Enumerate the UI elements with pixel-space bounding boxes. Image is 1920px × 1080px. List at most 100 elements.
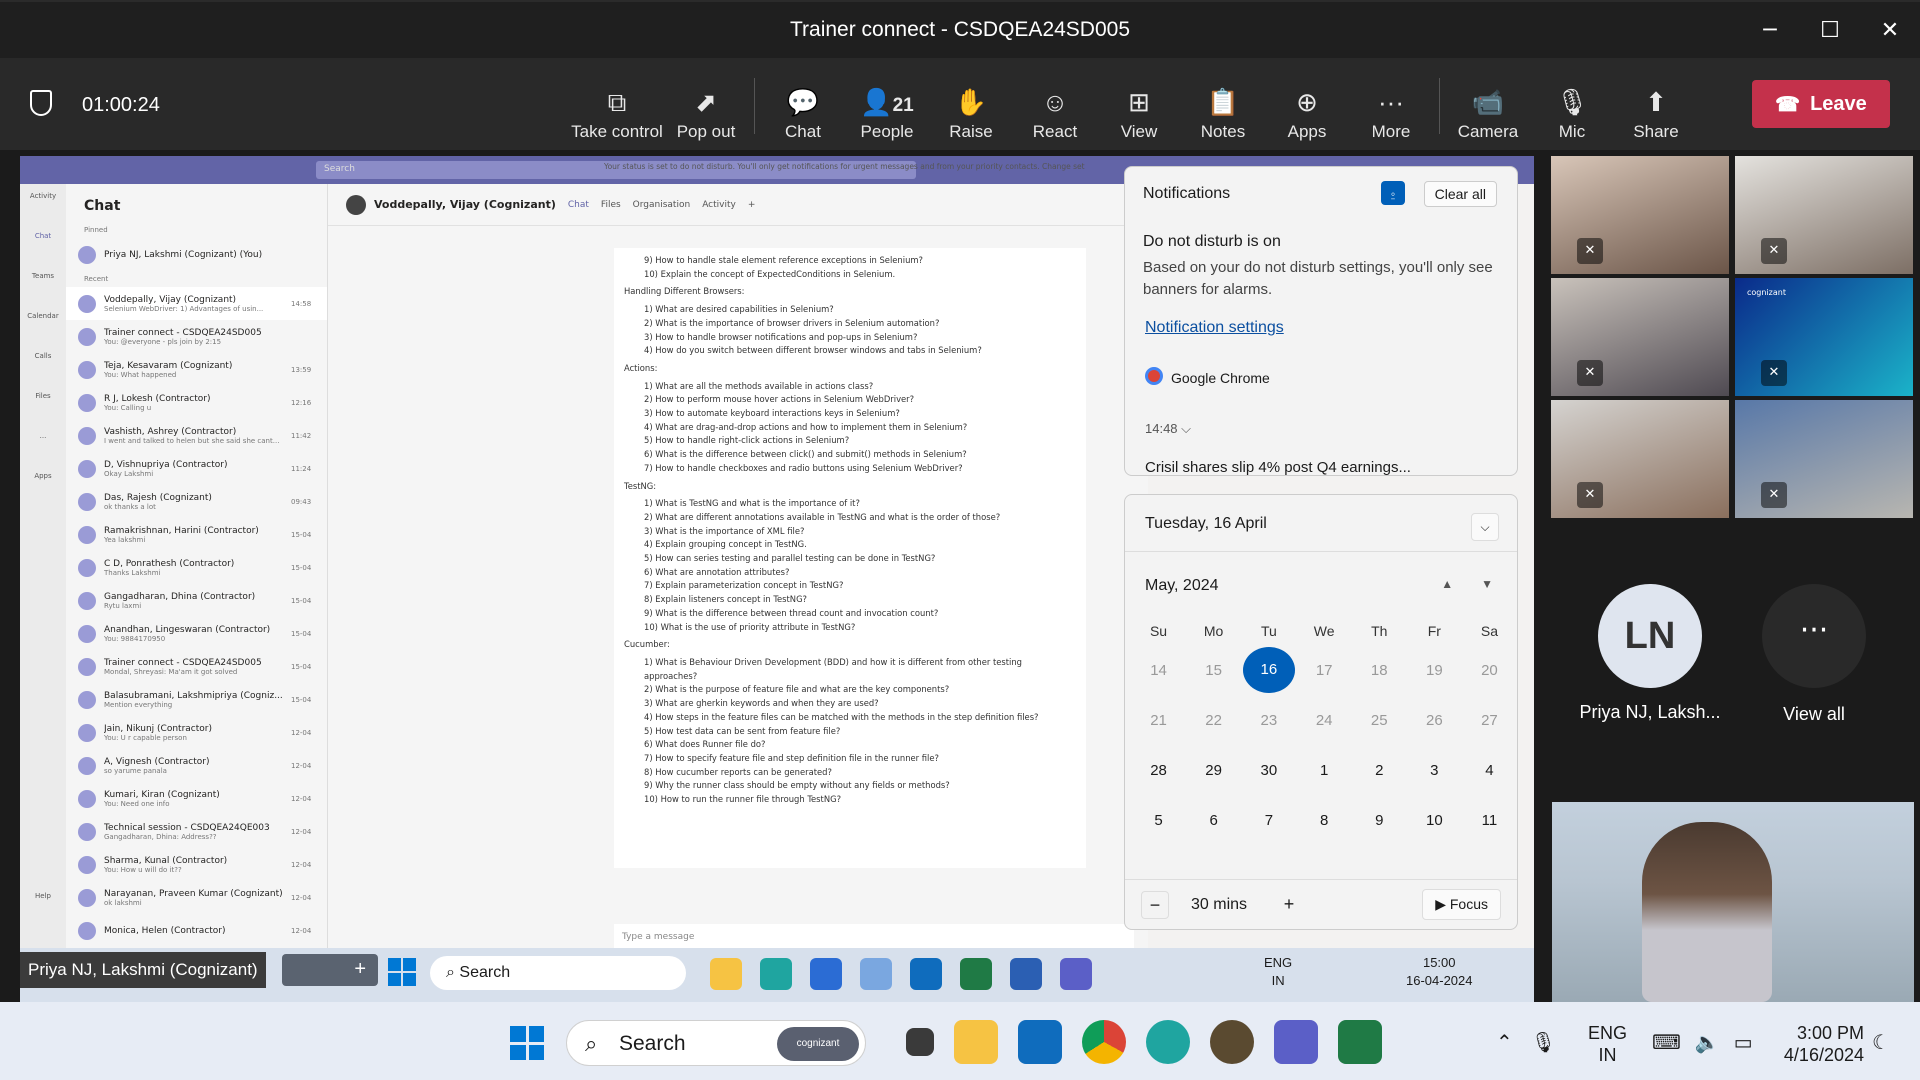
file-explorer-icon[interactable]	[954, 1020, 998, 1064]
participant-tile[interactable]: cognizant ✕	[1735, 278, 1913, 396]
calendar-day[interactable]: 7	[1241, 795, 1296, 845]
calendar-day[interactable]: 5	[1131, 795, 1186, 845]
tab-organisation[interactable]: Organisation	[633, 200, 691, 210]
calendar-day[interactable]: 1	[1297, 745, 1352, 795]
chat-item[interactable]: Balasubramani, Lakshmipriya (Cogniz... Me…	[66, 683, 327, 716]
news-notification[interactable]: Crisil shares slip 4% post Q4 earnings..…	[1145, 459, 1411, 475]
calendar-day[interactable]: 28	[1131, 745, 1186, 795]
calendar-day[interactable]: 15	[1186, 645, 1241, 695]
chat-item[interactable]: Gangadharan, Dhina (Contractor) Rytu laxm…	[66, 584, 327, 617]
add-desktop-icon[interactable]: +	[282, 954, 378, 986]
chat-item[interactable]: R J, Lokesh (Contractor) You: Calling u 12…	[66, 386, 327, 419]
participant-tile[interactable]: ✕	[1551, 278, 1729, 396]
mic-off-icon[interactable]: 🎙	[1531, 1030, 1556, 1055]
calendar-day[interactable]: 6	[1186, 795, 1241, 845]
react-button[interactable]: ☺ React	[1013, 70, 1097, 142]
rail-item-calls[interactable]: Calls	[20, 344, 66, 384]
chat-item[interactable]: Narayanan, Praveen Kumar (Cognizant) ok l…	[66, 881, 327, 914]
calendar-day[interactable]: 14	[1131, 645, 1186, 695]
calendar-day[interactable]: 24	[1297, 695, 1352, 745]
calendar-day[interactable]: 25	[1352, 695, 1407, 745]
taskbar-clock[interactable]: 3:00 PM 4/16/2024	[1774, 1022, 1864, 1066]
edge-icon[interactable]	[1146, 1020, 1190, 1064]
chat-item[interactable]: Das, Rajesh (Cognizant) ok thanks a lot 09…	[66, 485, 327, 518]
minimize-button[interactable]: ─	[1740, 2, 1800, 58]
excel-icon[interactable]	[1338, 1020, 1382, 1064]
excel-icon[interactable]	[960, 958, 992, 990]
pop-out-button[interactable]: ⬈ Pop out	[664, 70, 748, 142]
rail-item-apps[interactable]: Apps	[20, 464, 66, 504]
chat-item[interactable]: Technical session - CSDQEA24QE003 Gangadh…	[66, 815, 327, 848]
language-indicator[interactable]: ENG IN	[1588, 1022, 1627, 1066]
outlook-icon[interactable]	[1018, 1020, 1062, 1064]
calendar-day[interactable]: 29	[1186, 745, 1241, 795]
game-icon[interactable]	[1210, 1020, 1254, 1064]
previous-month-icon[interactable]: ▲	[1441, 577, 1453, 591]
decrease-focus-button[interactable]: −	[1141, 891, 1169, 919]
apps-button[interactable]: ⊕ Apps	[1265, 70, 1349, 142]
language-indicator[interactable]: ENG IN	[1264, 954, 1292, 990]
chat-item[interactable]: Teja, Kesavaram (Cognizant) You: What hap…	[66, 353, 327, 386]
chat-item[interactable]: Trainer connect - CSDQEA24SD005 You: @eve…	[66, 320, 327, 353]
chat-item[interactable]: Voddepally, Vijay (Cognizant) Selenium We…	[66, 287, 327, 320]
participant-tile[interactable]: ✕	[1551, 400, 1729, 518]
chat-item[interactable]: Trainer connect - CSDQEA24SD005 Mondal, S…	[66, 650, 327, 683]
calendar-day[interactable]: 9	[1352, 795, 1407, 845]
chat-item[interactable]: Kumari, Kiran (Cognizant) You: Need one i…	[66, 782, 327, 815]
participant-tile[interactable]: ✕	[1551, 156, 1729, 274]
more-button[interactable]: ··· More	[1349, 70, 1433, 142]
collapse-calendar-button[interactable]: ⌵	[1471, 513, 1499, 541]
calendar-day[interactable]: 16	[1241, 645, 1296, 695]
chat-item[interactable]: Monica, Helen (Contractor) 12-04	[66, 914, 327, 947]
take-control-button[interactable]: ⧉ Take control	[570, 70, 664, 142]
windows-start-icon[interactable]	[388, 958, 416, 986]
calendar-day[interactable]: 8	[1297, 795, 1352, 845]
chat-item[interactable]: C D, Ponrathesh (Contractor) Thanks Laksh…	[66, 551, 327, 584]
rail-item-more[interactable]: ...	[20, 424, 66, 464]
raise-hand-button[interactable]: ✋ Raise	[929, 70, 1013, 142]
rail-item-activity[interactable]: Activity	[20, 184, 66, 224]
calendar-day[interactable]: 4	[1462, 745, 1517, 795]
snipping-tool-icon[interactable]	[860, 958, 892, 990]
avatar[interactable]: LN	[1598, 584, 1702, 688]
chat-item[interactable]: Ramakrishnan, Harini (Contractor) Yea lak…	[66, 518, 327, 551]
tab-activity[interactable]: Activity	[702, 200, 736, 210]
teams-icon[interactable]	[1060, 958, 1092, 990]
chat-button[interactable]: 💬 Chat	[761, 70, 845, 142]
outlook-icon[interactable]	[910, 958, 942, 990]
tab-files[interactable]: Files	[601, 200, 621, 210]
close-button[interactable]: ✕	[1860, 2, 1920, 58]
calendar-day[interactable]: 27	[1462, 695, 1517, 745]
rail-item-help[interactable]: Help	[20, 884, 66, 924]
calendar-day[interactable]: 23	[1241, 695, 1296, 745]
mic-button[interactable]: 🎙 Mic	[1530, 70, 1614, 142]
dnd-toggle-icon[interactable]: ⍛	[1381, 181, 1405, 205]
chat-item[interactable]: Anandhan, Lingeswaran (Contractor) You: 9…	[66, 617, 327, 650]
view-all-button[interactable]: ···	[1762, 584, 1866, 688]
notification-settings-link[interactable]: Notification settings	[1145, 319, 1284, 337]
rail-item-calendar[interactable]: Calendar	[20, 304, 66, 344]
rail-item-teams[interactable]: Teams	[20, 264, 66, 304]
file-explorer-icon[interactable]	[710, 958, 742, 990]
calendar-day[interactable]: 11	[1462, 795, 1517, 845]
maximize-button[interactable]: ☐	[1800, 2, 1860, 58]
calendar-day[interactable]: 22	[1186, 695, 1241, 745]
clear-all-button[interactable]: Clear all	[1423, 181, 1497, 207]
add-tab-button[interactable]: +	[748, 200, 756, 210]
calendar-day[interactable]: 10	[1407, 795, 1462, 845]
focus-button[interactable]: ▶ Focus	[1422, 889, 1501, 920]
teams-icon[interactable]	[1274, 1020, 1318, 1064]
word-icon[interactable]	[1010, 958, 1042, 990]
calendar-day[interactable]: 26	[1407, 695, 1462, 745]
chat-item[interactable]: Sharma, Kunal (Contractor) You: How u wil…	[66, 848, 327, 881]
notes-button[interactable]: 📋 Notes	[1181, 70, 1265, 142]
chat-item[interactable]: Vashisth, Ashrey (Contractor) I went and …	[66, 419, 327, 452]
taskbar-search[interactable]: ⌕ Search cognizant	[566, 1020, 866, 1066]
store-icon[interactable]	[810, 958, 842, 990]
rail-item-chat[interactable]: Chat	[20, 224, 66, 264]
edge-icon[interactable]	[760, 958, 792, 990]
calendar-day[interactable]: 2	[1352, 745, 1407, 795]
calendar-day[interactable]: 17	[1297, 645, 1352, 695]
status-icons[interactable]: ⌨ 🔈 ▭	[1652, 1030, 1753, 1055]
rail-item-files[interactable]: Files	[20, 384, 66, 424]
